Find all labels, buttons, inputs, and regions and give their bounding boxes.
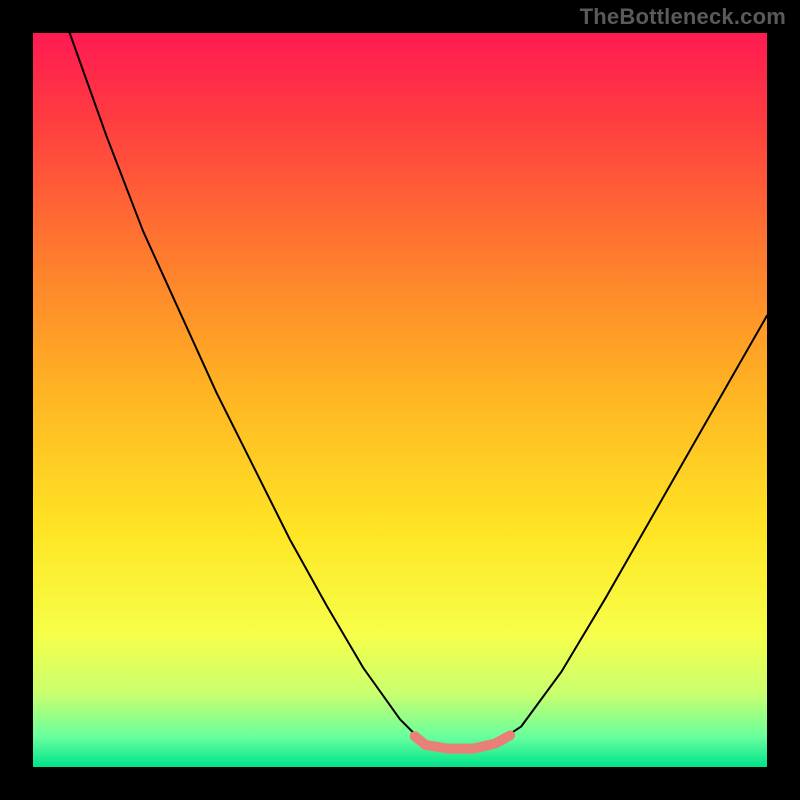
watermark-text: TheBottleneck.com (580, 4, 786, 30)
chart-frame: TheBottleneck.com (0, 0, 800, 800)
chart-canvas (0, 0, 800, 800)
plot-background (33, 33, 767, 767)
